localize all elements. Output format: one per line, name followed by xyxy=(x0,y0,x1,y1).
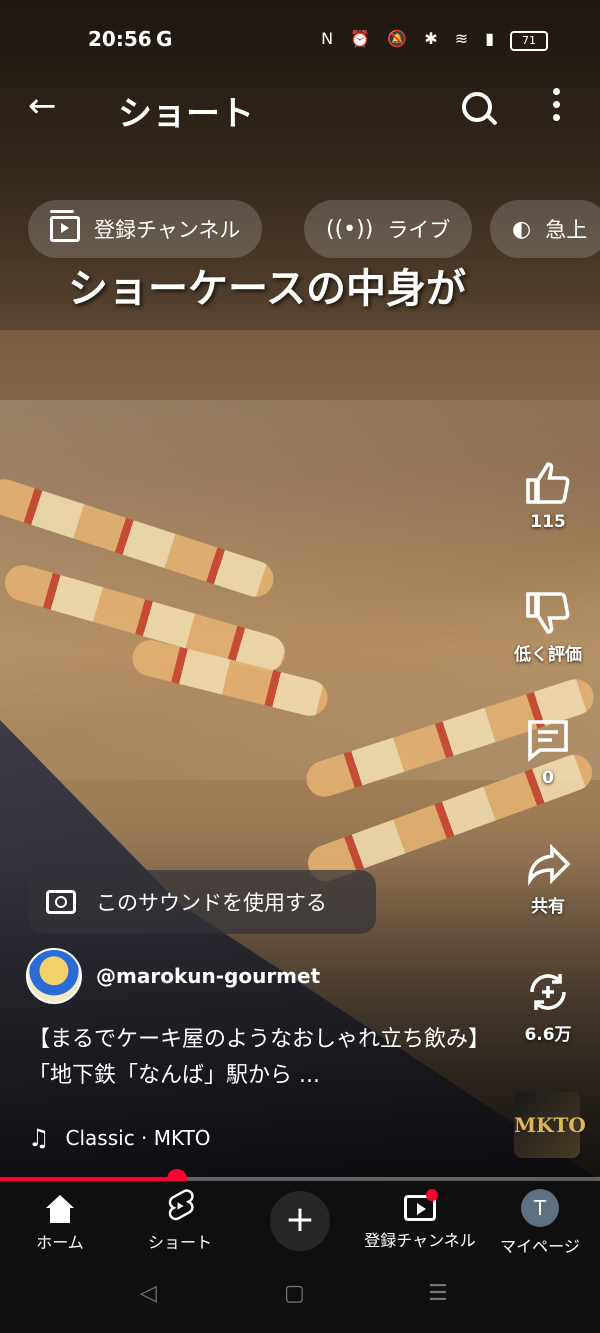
system-recents-icon[interactable]: ☰ xyxy=(428,1281,448,1306)
channel-row[interactable]: @marokun-gourmet xyxy=(26,948,320,1004)
feed-chips: 登録チャンネル ((•)) ライブ ◐ 急上 xyxy=(28,200,600,258)
music-row[interactable]: ♫ Classic · MKTO xyxy=(28,1124,211,1152)
nav-shorts[interactable]: ショート xyxy=(120,1189,240,1253)
page-title: ショート xyxy=(118,94,254,134)
notification-dot xyxy=(426,1189,438,1201)
top-bar: ← ショート xyxy=(0,80,600,136)
use-sound-label: このサウンドを使用する xyxy=(96,891,327,915)
nav-mypage-label: マイページ xyxy=(500,1237,580,1256)
nav-home[interactable]: ホーム xyxy=(0,1189,120,1253)
chip-trending[interactable]: ◐ 急上 xyxy=(490,200,600,258)
chip-label: 急上 xyxy=(545,218,588,242)
comment-icon xyxy=(528,720,568,762)
channel-handle[interactable]: @marokun-gourmet xyxy=(96,964,320,988)
google-icon: G xyxy=(156,27,173,51)
chip-live[interactable]: ((•)) ライブ xyxy=(304,200,473,258)
nav-subscriptions[interactable]: 登録チャンネル xyxy=(360,1189,480,1251)
create-button[interactable]: + xyxy=(270,1191,330,1251)
battery-icon: 71 xyxy=(510,31,548,51)
remix-button[interactable]: 6.6万 xyxy=(500,968,596,1045)
nav-shorts-label: ショート xyxy=(147,1233,212,1252)
chip-label: 登録チャンネル xyxy=(94,218,241,242)
like-count: 115 xyxy=(530,512,566,532)
nav-subscriptions-label: 登録チャンネル xyxy=(364,1231,476,1250)
avatar: T xyxy=(521,1189,559,1227)
live-broadcast-icon: ((•)) xyxy=(326,216,374,242)
share-button[interactable]: 共有 xyxy=(500,840,596,917)
status-bar: 20:56 G N ⏰ 🔕 ✱ ≋ ▮ 71 xyxy=(0,0,600,80)
trending-flame-icon: ◐ xyxy=(512,216,532,242)
thumbs-down-icon xyxy=(526,592,570,634)
camera-icon xyxy=(46,890,76,914)
home-icon xyxy=(45,1195,75,1223)
music-title: Classic · MKTO xyxy=(65,1126,211,1150)
system-back-icon[interactable]: ◁ xyxy=(140,1281,157,1306)
more-options-icon[interactable] xyxy=(553,88,561,127)
system-home-icon[interactable]: ▢ xyxy=(284,1281,305,1306)
comments-button[interactable]: 0 xyxy=(500,716,596,788)
bottom-navigation: ホーム ショート + 登録チャンネル T マイページ xyxy=(0,1181,600,1261)
channel-avatar[interactable] xyxy=(26,948,82,1004)
nav-mypage[interactable]: T マイページ xyxy=(480,1189,600,1257)
album-art[interactable]: MKTO xyxy=(514,1092,586,1158)
shorts-icon xyxy=(168,1189,194,1221)
back-arrow-icon[interactable]: ← xyxy=(28,86,57,126)
dislike-button[interactable]: 低く評価 xyxy=(500,588,596,665)
thumbs-up-icon xyxy=(526,462,570,504)
remix-count: 6.6万 xyxy=(524,1025,572,1045)
share-arrow-icon xyxy=(528,843,571,886)
video-caption: ショーケースの中身が xyxy=(68,265,466,312)
system-navigation: ◁ ▢ ☰ xyxy=(0,1261,600,1333)
subscriptions-icon xyxy=(50,210,80,242)
like-button[interactable]: 115 xyxy=(500,460,596,532)
use-sound-button[interactable]: このサウンドを使用する xyxy=(28,870,376,934)
share-label: 共有 xyxy=(531,897,565,917)
status-time: 20:56 xyxy=(88,27,152,51)
chip-subscriptions[interactable]: 登録チャンネル xyxy=(28,200,263,258)
remix-icon xyxy=(530,974,566,1010)
nav-home-label: ホーム xyxy=(36,1233,84,1252)
music-note-icon: ♫ xyxy=(28,1124,50,1152)
comment-count: 0 xyxy=(542,768,554,788)
status-icons: N ⏰ 🔕 ✱ ≋ ▮ xyxy=(321,29,500,48)
dislike-label: 低く評価 xyxy=(514,645,582,665)
video-description[interactable]: 【まるでケーキ屋のようなおしゃれ立ち飲み】「地下鉄「なんば」駅から ... xyxy=(28,1022,498,1094)
search-icon[interactable] xyxy=(462,92,492,122)
chip-label: ライブ xyxy=(387,218,451,242)
